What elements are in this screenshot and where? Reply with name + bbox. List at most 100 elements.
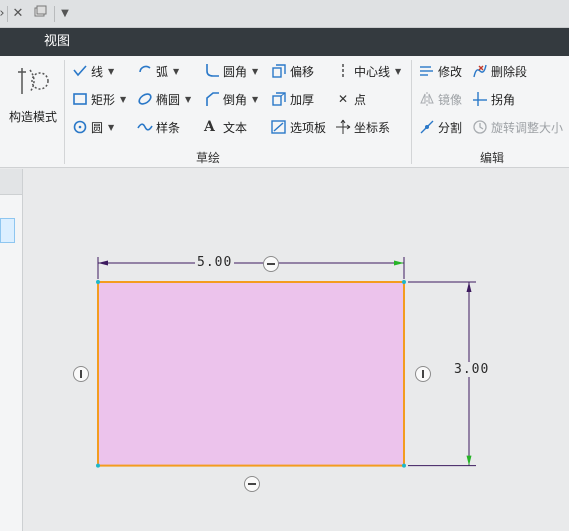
divide-button[interactable]: 分割 (419, 116, 462, 138)
chevron-down-icon[interactable]: ▼ (395, 67, 401, 76)
modify-icon (419, 63, 435, 79)
rotate-resize-label: 旋转调整大小 (491, 120, 564, 135)
mirror-label: 镜像 (438, 92, 463, 107)
dimension-arrow (466, 282, 472, 292)
dimension-arrow (98, 260, 108, 266)
text-label: 文本 (223, 120, 248, 135)
dimension-arrow (466, 455, 472, 466)
toolbar-edge: › (0, 5, 6, 23)
sketch-canvas[interactable]: 5.00 3.00 (23, 169, 569, 531)
coordinate-system-icon (335, 119, 351, 135)
sketch-group-label: 草绘 (196, 151, 221, 165)
selected-tree-item[interactable] (0, 218, 15, 243)
thicken-icon (271, 91, 287, 107)
chamfer-icon (204, 91, 220, 107)
quick-access-toolbar: › ✕ ▼ (0, 0, 569, 28)
horizontal-constraint-icon[interactable] (244, 476, 260, 492)
point-label: 点 (354, 92, 367, 107)
circle-label: 圆 (91, 120, 104, 135)
chamfer-button[interactable]: 倒角 ▼ (204, 88, 258, 110)
height-dimension-value[interactable]: 3.00 (452, 362, 492, 377)
modify-label: 修改 (438, 64, 463, 79)
palette-button[interactable]: 选项板 (271, 116, 326, 138)
edit-group-label: 编辑 (480, 151, 505, 165)
corner-button[interactable]: 拐角 (472, 88, 515, 110)
arc-label: 弧 (156, 64, 169, 79)
construct-mode-button[interactable]: 构造模式 (4, 60, 62, 146)
rectangle-vertex (402, 463, 406, 468)
construct-mode-label: 构造模式 (8, 110, 57, 124)
centerline-button[interactable]: 中心线 ▼ (335, 60, 401, 82)
sketch-drawing (96, 257, 476, 468)
thicken-label: 加厚 (290, 92, 315, 107)
rectangle-vertex (96, 463, 100, 468)
text-button[interactable]: A 文本 (204, 116, 247, 138)
vertical-constraint-icon[interactable] (73, 366, 89, 382)
corner-label: 拐角 (491, 92, 516, 107)
point-button[interactable]: ✕ 点 (335, 88, 366, 110)
text-icon: A (204, 119, 215, 135)
point-icon: ✕ (337, 92, 349, 106)
chevron-down-icon[interactable]: ▼ (173, 67, 179, 76)
circle-icon (72, 119, 88, 135)
fillet-button[interactable]: 圆角 ▼ (204, 60, 258, 82)
group-separator (64, 60, 65, 164)
rectangle-icon (72, 91, 88, 107)
line-button[interactable]: 线 ▼ (72, 60, 114, 82)
modify-button[interactable]: 修改 (419, 60, 462, 82)
chevron-down-icon[interactable]: ▼ (252, 95, 258, 104)
rectangle-vertex (402, 280, 406, 284)
tab-view[interactable]: 视图 (34, 28, 80, 56)
construct-mode-icon (16, 64, 50, 98)
offset-label: 偏移 (290, 64, 315, 79)
fillet-icon (204, 63, 220, 79)
panel-header (0, 169, 22, 195)
chevron-down-icon[interactable]: ▼ (108, 123, 114, 132)
horizontal-constraint-icon[interactable] (263, 256, 279, 272)
dimension-arrow (394, 260, 404, 266)
coordinate-system-label: 坐标系 (354, 120, 391, 135)
palette-icon (271, 119, 287, 135)
mirror-icon (419, 91, 435, 107)
window-icon[interactable] (32, 5, 48, 23)
rectangle-vertex (96, 280, 100, 284)
chevron-down-icon[interactable]: ▼ (108, 67, 114, 76)
delete-segment-icon (472, 63, 488, 79)
chevron-down-icon[interactable]: ▼ (120, 95, 126, 104)
divide-icon (419, 119, 435, 135)
centerline-label: 中心线 (354, 64, 391, 79)
delete-segment-label: 删除段 (491, 64, 528, 79)
group-separator (411, 60, 412, 164)
ribbon: 构造模式 线 ▼ 矩形 ▼ 圆 ▼ 弧 ▼ 椭圆 ▼ 样条 圆角 ▼ 倒角 ▼ A 文本 (0, 56, 569, 168)
ellipse-label: 椭圆 (156, 92, 181, 107)
offset-button[interactable]: 偏移 (271, 60, 314, 82)
close-window-icon[interactable]: ✕ (10, 5, 26, 23)
delete-segment-button[interactable]: 删除段 (472, 60, 527, 82)
width-dimension-value[interactable]: 5.00 (195, 255, 235, 270)
toolbar-separator (54, 6, 55, 22)
arc-icon (137, 63, 153, 79)
vertical-constraint-icon[interactable] (415, 366, 431, 382)
ellipse-button[interactable]: 椭圆 ▼ (137, 88, 191, 110)
rotate-resize-button[interactable]: 旋转调整大小 (472, 116, 563, 138)
arc-button[interactable]: 弧 ▼ (137, 60, 179, 82)
spline-label: 样条 (156, 120, 181, 135)
chevron-down-icon[interactable]: ▼ (252, 67, 258, 76)
model-tree-panel (0, 169, 23, 531)
coordinate-system-button[interactable]: 坐标系 (335, 116, 390, 138)
line-icon (72, 63, 88, 79)
customize-dropdown-icon[interactable]: ▼ (58, 5, 72, 23)
toolbar-separator (7, 6, 8, 22)
spline-button[interactable]: 样条 (137, 116, 180, 138)
ellipse-icon (137, 91, 153, 107)
chevron-down-icon[interactable]: ▼ (185, 95, 191, 104)
thicken-button[interactable]: 加厚 (271, 88, 314, 110)
rotate-resize-icon (472, 119, 488, 135)
mirror-button[interactable]: 镜像 (419, 88, 462, 110)
centerline-icon (335, 63, 351, 79)
spline-icon (137, 119, 153, 135)
rectangle-label: 矩形 (91, 92, 116, 107)
line-label: 线 (91, 64, 104, 79)
circle-button[interactable]: 圆 ▼ (72, 116, 114, 138)
rectangle-button[interactable]: 矩形 ▼ (72, 88, 126, 110)
